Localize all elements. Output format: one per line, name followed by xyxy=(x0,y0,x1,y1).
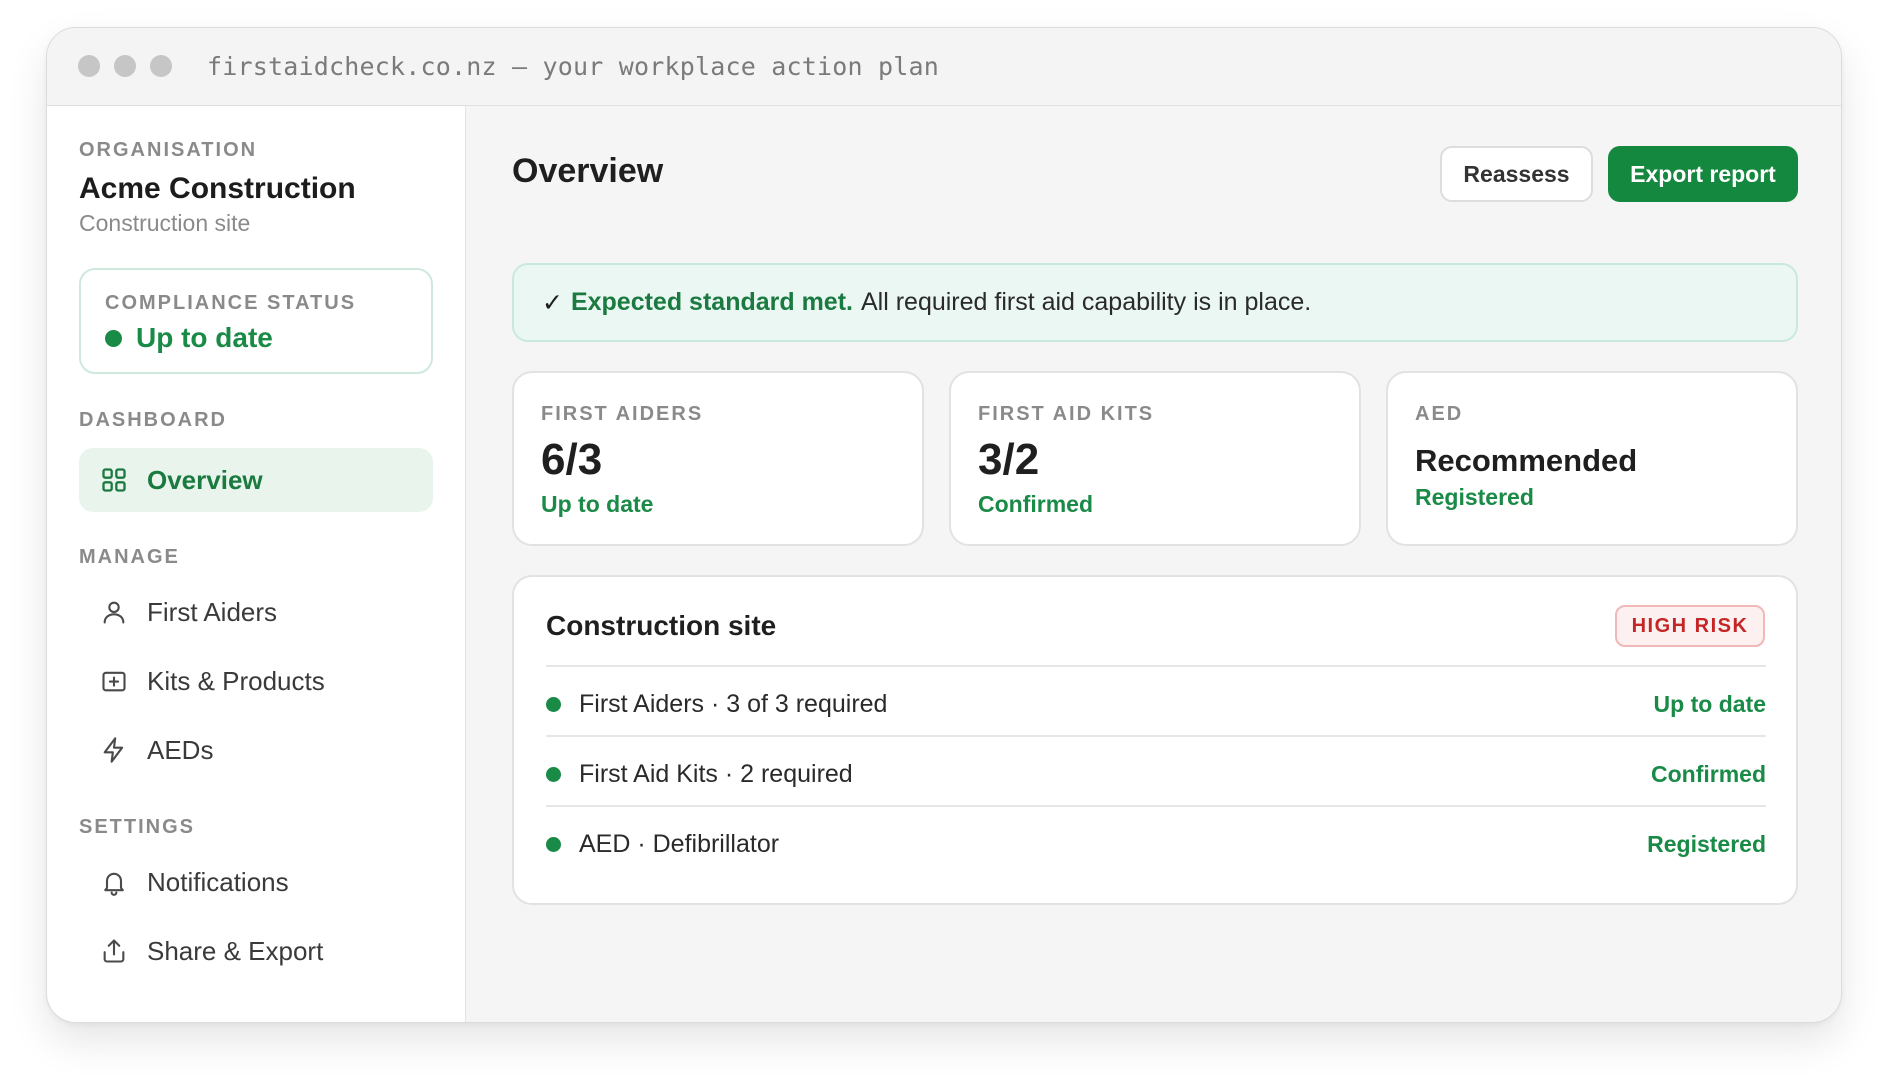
status-dot-icon xyxy=(105,329,122,347)
divider xyxy=(546,665,1766,667)
window-zoom-dot[interactable] xyxy=(150,55,172,77)
divider xyxy=(546,805,1766,807)
row-text: AED · Defibrillator xyxy=(579,829,780,858)
stat-status: Confirmed xyxy=(978,491,1093,517)
compliance-status-card: COMPLIANCE STATUS Up to date xyxy=(79,268,433,374)
risk-badge: HIGH RISK xyxy=(1615,605,1765,647)
banner-text: All required first aid capability is in … xyxy=(860,288,1312,316)
stat-label: FIRST AIDERS xyxy=(541,403,704,425)
row-status: Up to date xyxy=(1653,690,1766,717)
bell-icon xyxy=(99,867,129,897)
standard-met-banner: ✓ Expected standard met. All required fi… xyxy=(512,263,1798,342)
stat-label: AED xyxy=(1415,403,1464,425)
reassess-button[interactable]: Reassess xyxy=(1440,146,1593,202)
divider xyxy=(546,735,1766,737)
first-aid-box-icon xyxy=(99,666,129,696)
stat-card-first-aiders[interactable]: FIRST AIDERS 6/3 Up to date xyxy=(512,371,924,546)
stat-card-first-aid-kits[interactable]: FIRST AID KITS 3/2 Confirmed xyxy=(949,371,1361,546)
main-content: Overview Reassess Export report ✓ Expect… xyxy=(466,106,1841,1022)
stat-status: Registered xyxy=(1415,484,1534,510)
section-title-dashboard: DASHBOARD xyxy=(79,409,227,431)
export-report-button[interactable]: Export report xyxy=(1608,146,1798,202)
sidebar-item-label: Overview xyxy=(147,464,263,495)
banner-headline: Expected standard met. xyxy=(570,288,853,316)
status-dot-icon xyxy=(546,696,561,712)
org-type: Construction site xyxy=(79,210,251,236)
sidebar-item-notifications[interactable]: Notifications xyxy=(79,850,433,914)
row-status: Registered xyxy=(1647,830,1766,857)
section-title-settings: SETTINGS xyxy=(79,816,196,838)
sidebar-item-kits-products[interactable]: Kits & Products xyxy=(79,649,433,713)
sidebar-item-label: AEDs xyxy=(147,734,214,765)
sidebar-item-overview[interactable]: Overview xyxy=(79,448,433,512)
grid-icon xyxy=(99,465,129,495)
app-window: firstaidcheck.co.nz — your workplace act… xyxy=(46,27,1842,1023)
site-card: Construction site HIGH RISK First Aiders… xyxy=(512,575,1798,905)
share-upload-icon xyxy=(99,936,129,966)
stat-card-aed[interactable]: AED Recommended Registered xyxy=(1386,371,1798,546)
compliance-status-text: Up to date xyxy=(136,322,273,353)
checkmark-icon: ✓ xyxy=(542,288,563,317)
stat-value: Recommended xyxy=(1415,443,1638,478)
row-status: Confirmed xyxy=(1651,760,1766,787)
sidebar-item-label: Share & Export xyxy=(147,935,324,966)
stat-status: Up to date xyxy=(541,491,654,517)
sidebar-item-label: Notifications xyxy=(147,866,289,897)
compliance-status-label: COMPLIANCE STATUS xyxy=(105,292,357,314)
url-bar[interactable]: firstaidcheck.co.nz — your workplace act… xyxy=(207,52,939,81)
status-dot-icon xyxy=(546,766,561,782)
sidebar-item-first-aiders[interactable]: First Aiders xyxy=(79,580,433,644)
stat-value: 3/2 xyxy=(978,435,1040,484)
list-item[interactable]: AED · Defibrillator Registered xyxy=(546,824,1766,864)
section-title-manage: MANAGE xyxy=(79,546,180,568)
sidebar-item-aeds[interactable]: AEDs xyxy=(79,718,433,782)
page-title: Overview xyxy=(512,152,664,190)
list-item[interactable]: First Aiders · 3 of 3 required Up to dat… xyxy=(546,684,1766,724)
sidebar-item-label: First Aiders xyxy=(147,596,278,627)
compliance-status-value: Up to date xyxy=(105,322,273,354)
person-icon xyxy=(99,597,129,627)
row-text: First Aid Kits · 2 required xyxy=(579,759,853,788)
stat-value: 6/3 xyxy=(541,435,603,484)
list-item[interactable]: First Aid Kits · 2 required Confirmed xyxy=(546,754,1766,794)
stat-label: FIRST AID KITS xyxy=(978,403,1155,425)
lightning-icon xyxy=(99,735,129,765)
org-label: ORGANISATION xyxy=(79,139,258,161)
org-name: Acme Construction xyxy=(79,172,356,205)
site-title: Construction site xyxy=(546,610,777,641)
status-dot-icon xyxy=(546,836,561,852)
browser-titlebar: firstaidcheck.co.nz — your workplace act… xyxy=(47,28,1841,106)
window-close-dot[interactable] xyxy=(78,55,100,77)
sidebar-item-label: Kits & Products xyxy=(147,665,325,696)
sidebar: ORGANISATION Acme Construction Construct… xyxy=(47,106,466,1022)
window-minimize-dot[interactable] xyxy=(114,55,136,77)
sidebar-item-share-export[interactable]: Share & Export xyxy=(79,919,433,983)
row-text: First Aiders · 3 of 3 required xyxy=(579,689,888,718)
